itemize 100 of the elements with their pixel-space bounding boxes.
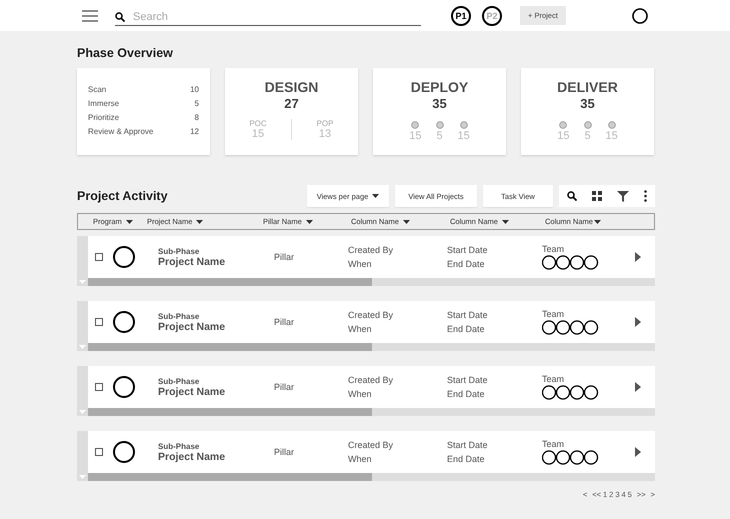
caret-icon [502,220,509,224]
part-value: 15 [409,130,422,142]
created-by: Created By [348,310,394,320]
part-value: 5 [584,130,591,142]
checkbox[interactable] [95,318,103,326]
team-label: Team [542,374,566,384]
expand-arrow-icon[interactable] [635,317,641,327]
avatar-icon[interactable] [632,8,648,24]
avatar-icon [113,246,135,268]
phase-label: Prioritize [88,112,120,123]
dot-icon [436,121,444,129]
project-row[interactable]: Sub-Phase Project Name Pillar Created By When Start Date End Date Team [77,301,655,351]
project-row[interactable]: Sub-Phase Project Name Pillar Created By When Start Date End Date Team [77,431,655,481]
team-label: Team [542,439,566,449]
caret-icon [306,220,313,224]
phase-count: 10 [190,84,199,95]
caret-icon [196,220,204,224]
dot-icon [559,121,568,129]
checkbox[interactable] [95,383,103,391]
search-field[interactable]: Search [133,10,421,24]
project-row[interactable]: Sub-Phase Project Name Pillar Created By When Start Date End Date Team [77,236,655,286]
phase-label: Scan [88,84,106,95]
pillar: Pillar [274,447,294,457]
sub-phase: Sub-Phase [158,246,200,256]
caret-icon [594,220,601,224]
sub-phase: Sub-Phase [158,442,200,450]
search-icon [115,12,125,22]
grid-icon[interactable] [592,191,602,201]
pillar: Pillar [274,317,294,327]
end-date: End Date [447,324,486,334]
card-title: DESIGN [264,79,320,95]
caret-icon [372,194,380,198]
team-avatars-icon [542,450,599,465]
profile-button[interactable]: P1 [451,6,471,26]
section-title: Project Activity [77,189,168,203]
phase-label: Review & Approve [88,126,154,137]
part-value: 15 [606,130,618,142]
sub-phase: Sub-Phase [158,312,200,320]
project-name: Project Name [158,450,226,462]
part-label: POC [249,119,267,128]
phase-count: 5 [194,98,199,109]
pillar: Pillar [274,382,294,392]
created-by: Created By [348,375,394,385]
when: When [348,259,373,269]
section-title: Phase Overview [77,46,174,60]
search-icon[interactable] [566,191,577,201]
start-date: Start Date [447,310,489,320]
created-by: Created By [348,440,394,450]
sub-phase: Sub-Phase [158,376,200,386]
end-date: End Date [447,454,486,464]
end-date: End Date [447,389,486,399]
menu-icon[interactable] [82,10,98,22]
project-row[interactable]: Sub-Phase Project Name Pillar Created By When Start Date End Date Team [77,366,655,416]
caret-icon [402,220,410,224]
team-label: Team [542,244,566,254]
expand-arrow-icon[interactable] [635,447,641,457]
part-value: 15 [458,130,470,142]
dot-icon [460,121,468,129]
when: When [348,389,373,399]
team-avatars-icon [542,255,599,270]
checkbox[interactable] [95,448,103,456]
team-label: Team [542,309,566,319]
dot-icon [584,121,592,129]
dot-icon [411,121,420,129]
end-date: End Date [447,259,486,269]
phase-count: 8 [194,112,199,123]
part-value: 15 [252,128,264,140]
avatar-icon [113,311,135,333]
created-by: Created By [348,245,394,255]
avatar-icon [113,441,135,463]
checkbox[interactable] [95,253,103,261]
card-total: 35 [431,96,448,111]
part-value: 5 [436,130,443,142]
project-name: Project Name [158,386,226,398]
expand-arrow-icon[interactable] [635,252,641,262]
pillar: Pillar [274,252,294,262]
part-label: POP [316,119,334,128]
more-icon[interactable] [644,190,648,202]
card-title: DELIVER [556,79,619,95]
phase-label: Immerse [88,98,120,109]
expand-arrow-icon[interactable] [635,382,641,392]
start-date: Start Date [447,375,489,385]
filter-icon[interactable] [617,190,630,202]
caret-icon [126,220,133,224]
when: When [348,324,373,334]
when: When [348,454,373,464]
start-date: Start Date [447,440,489,450]
part-value: 15 [557,130,570,142]
project-name: Project Name [158,320,226,332]
phase-count: 12 [190,126,199,137]
dot-icon [608,121,616,129]
card-total: 27 [283,96,300,111]
part-value: 13 [318,128,332,140]
card-title: DEPLOY [410,79,470,95]
card-total: 35 [579,96,596,111]
project-name: Project Name [158,256,226,268]
team-avatars-icon [542,320,599,335]
avatar-icon [113,376,135,398]
start-date: Start Date [447,245,489,255]
team-avatars-icon [542,385,599,400]
